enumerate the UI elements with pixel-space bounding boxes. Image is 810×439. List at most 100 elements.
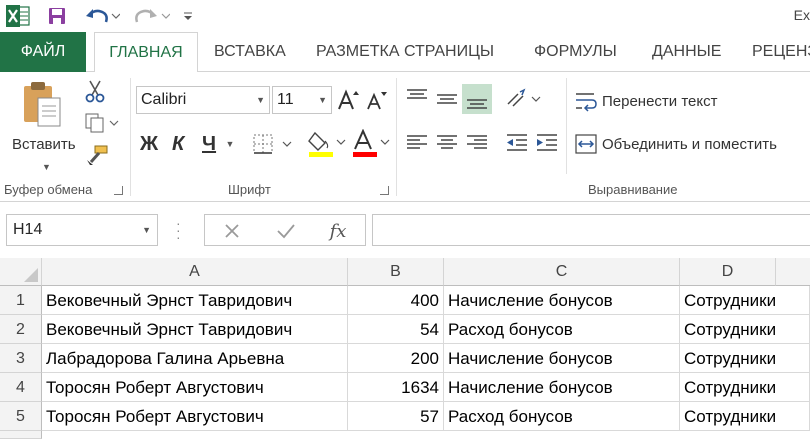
merge-center-icon[interactable] [574,132,598,158]
customize-toolbar-icon[interactable] [178,3,198,29]
table-cell[interactable]: 1634 [348,373,444,402]
row-header[interactable]: 4 [0,373,42,402]
table-cell[interactable]: Начисление бонусов [444,344,680,373]
bold-button[interactable]: Ж [140,130,158,158]
table-cell[interactable]: Начисление бонусов [444,286,680,315]
column-header-b[interactable]: B [348,258,444,286]
tab-insert[interactable]: ВСТАВКА [214,32,286,72]
name-box[interactable]: H14 ▼ [6,214,158,246]
table-cell[interactable]: 400 [348,286,444,315]
font-name-value: Calibri [141,91,187,108]
table-cell[interactable]: Расход бонусов [444,402,680,431]
group-separator [396,78,397,196]
wrap-text-icon[interactable] [574,90,598,116]
table-cell[interactable]: Сотрудники [680,402,810,431]
merge-center-button[interactable]: Объединить и поместить [602,136,777,153]
font-group-label: Шрифт [228,182,271,197]
clipboard-group-label: Буфер обмена [4,182,93,197]
formula-buttons: fx [204,214,366,246]
table-cell[interactable]: 200 [348,344,444,373]
select-all-button[interactable] [0,258,42,286]
italic-button[interactable]: К [172,130,184,158]
ribbon-tabs: ФАЙЛ ГЛАВНАЯ ВСТАВКА РАЗМЕТКА СТРАНИЦЫ Ф… [0,32,810,73]
font-name-dropdown-icon[interactable]: ▼ [256,87,265,113]
paste-button[interactable]: Вставить ▼ [4,78,78,178]
underline-dropdown-icon[interactable]: ▼ [222,130,238,158]
cancel-icon[interactable] [219,218,245,244]
align-center-icon[interactable] [434,130,460,156]
row-header[interactable]: 5 [0,402,42,431]
align-left-icon[interactable] [404,130,430,156]
formula-input[interactable] [372,214,810,246]
table-cell[interactable]: Торосян Роберт Августович [42,402,348,431]
increase-font-size-icon[interactable] [336,86,360,114]
table-cell[interactable]: Сотрудники [680,373,810,402]
row-header[interactable] [0,431,42,439]
formula-bar-grip-icon[interactable]: · · · [176,216,181,244]
alignment-group-label: Выравнивание [588,182,678,197]
orientation-icon[interactable] [504,86,544,112]
table-cell[interactable]: 54 [348,315,444,344]
decrease-font-size-icon[interactable] [364,86,388,114]
align-middle-icon[interactable] [434,86,460,112]
table-cell[interactable]: Вековечный Эрнст Тавридович [42,286,348,315]
tab-page-layout[interactable]: РАЗМЕТКА СТРАНИЦЫ [316,32,494,72]
font-launcher-icon[interactable] [380,186,389,195]
column-header-a[interactable]: A [42,258,348,286]
row-header[interactable]: 1 [0,286,42,315]
column-header-c[interactable]: C [444,258,680,286]
tab-file[interactable]: ФАЙЛ [0,32,86,72]
tab-home[interactable]: ГЛАВНАЯ [94,32,198,73]
format-painter-icon[interactable] [82,142,112,168]
font-size-value: 11 [277,91,294,108]
font-size-dropdown-icon[interactable]: ▼ [318,87,327,113]
save-icon[interactable] [44,3,70,29]
redo-icon[interactable] [132,3,172,29]
table-cell[interactable]: Сотрудники [680,344,810,373]
clipboard-launcher-icon[interactable] [114,186,123,195]
font-color-icon[interactable] [350,128,392,158]
table-cell[interactable]: Вековечный Эрнст Тавридович [42,315,348,344]
fill-color-icon[interactable] [306,128,348,158]
enter-icon[interactable] [273,218,299,244]
tab-review[interactable]: РЕЦЕНЗ [752,32,810,72]
paste-dropdown-icon[interactable]: ▼ [42,162,51,172]
name-box-dropdown-icon[interactable]: ▼ [142,215,151,245]
insert-function-icon[interactable]: fx [323,218,353,244]
increase-indent-icon[interactable] [534,130,560,156]
row-header[interactable]: 3 [0,344,42,373]
align-right-icon[interactable] [464,130,490,156]
copy-icon[interactable] [82,110,122,136]
tab-data[interactable]: ДАННЫЕ [652,32,721,72]
table-cell[interactable]: Расход бонусов [444,315,680,344]
font-name-box[interactable]: Calibri ▼ [136,86,270,114]
ribbon: Вставить ▼ Буфер обмена Calibri ▼ 11 ▼ Ж… [0,72,810,202]
column-header-d[interactable]: D [680,258,776,286]
cut-icon[interactable] [82,78,108,104]
formula-bar: H14 ▼ · · · fx [0,202,810,258]
align-bottom-icon[interactable] [462,84,492,114]
borders-icon[interactable] [250,130,296,158]
group-separator [130,78,131,196]
column-header-e[interactable] [776,258,810,286]
wrap-text-button[interactable]: Перенести текст [602,93,718,110]
table-cell[interactable]: Сотрудники [680,315,810,344]
name-box-value: H14 [13,221,43,238]
paste-label: Вставить [12,136,76,153]
decrease-indent-icon[interactable] [504,130,530,156]
table-cell[interactable]: 57 [348,402,444,431]
font-size-box[interactable]: 11 ▼ [272,86,332,114]
tab-formulas[interactable]: ФОРМУЛЫ [534,32,617,72]
row-header[interactable]: 2 [0,315,42,344]
table-cell[interactable]: Начисление бонусов [444,373,680,402]
table-cell[interactable]: Лабрадорова Галина Арьевна [42,344,348,373]
underline-button[interactable]: Ч [202,130,216,158]
quick-access-toolbar: Ex [0,0,810,32]
table-cell[interactable]: Торосян Роберт Августович [42,373,348,402]
undo-icon[interactable] [82,3,122,29]
align-top-icon[interactable] [404,86,430,112]
window-title: Ex [793,7,810,23]
excel-logo-icon[interactable] [4,3,32,29]
group-separator [566,78,567,174]
table-cell[interactable]: Сотрудники [680,286,810,315]
